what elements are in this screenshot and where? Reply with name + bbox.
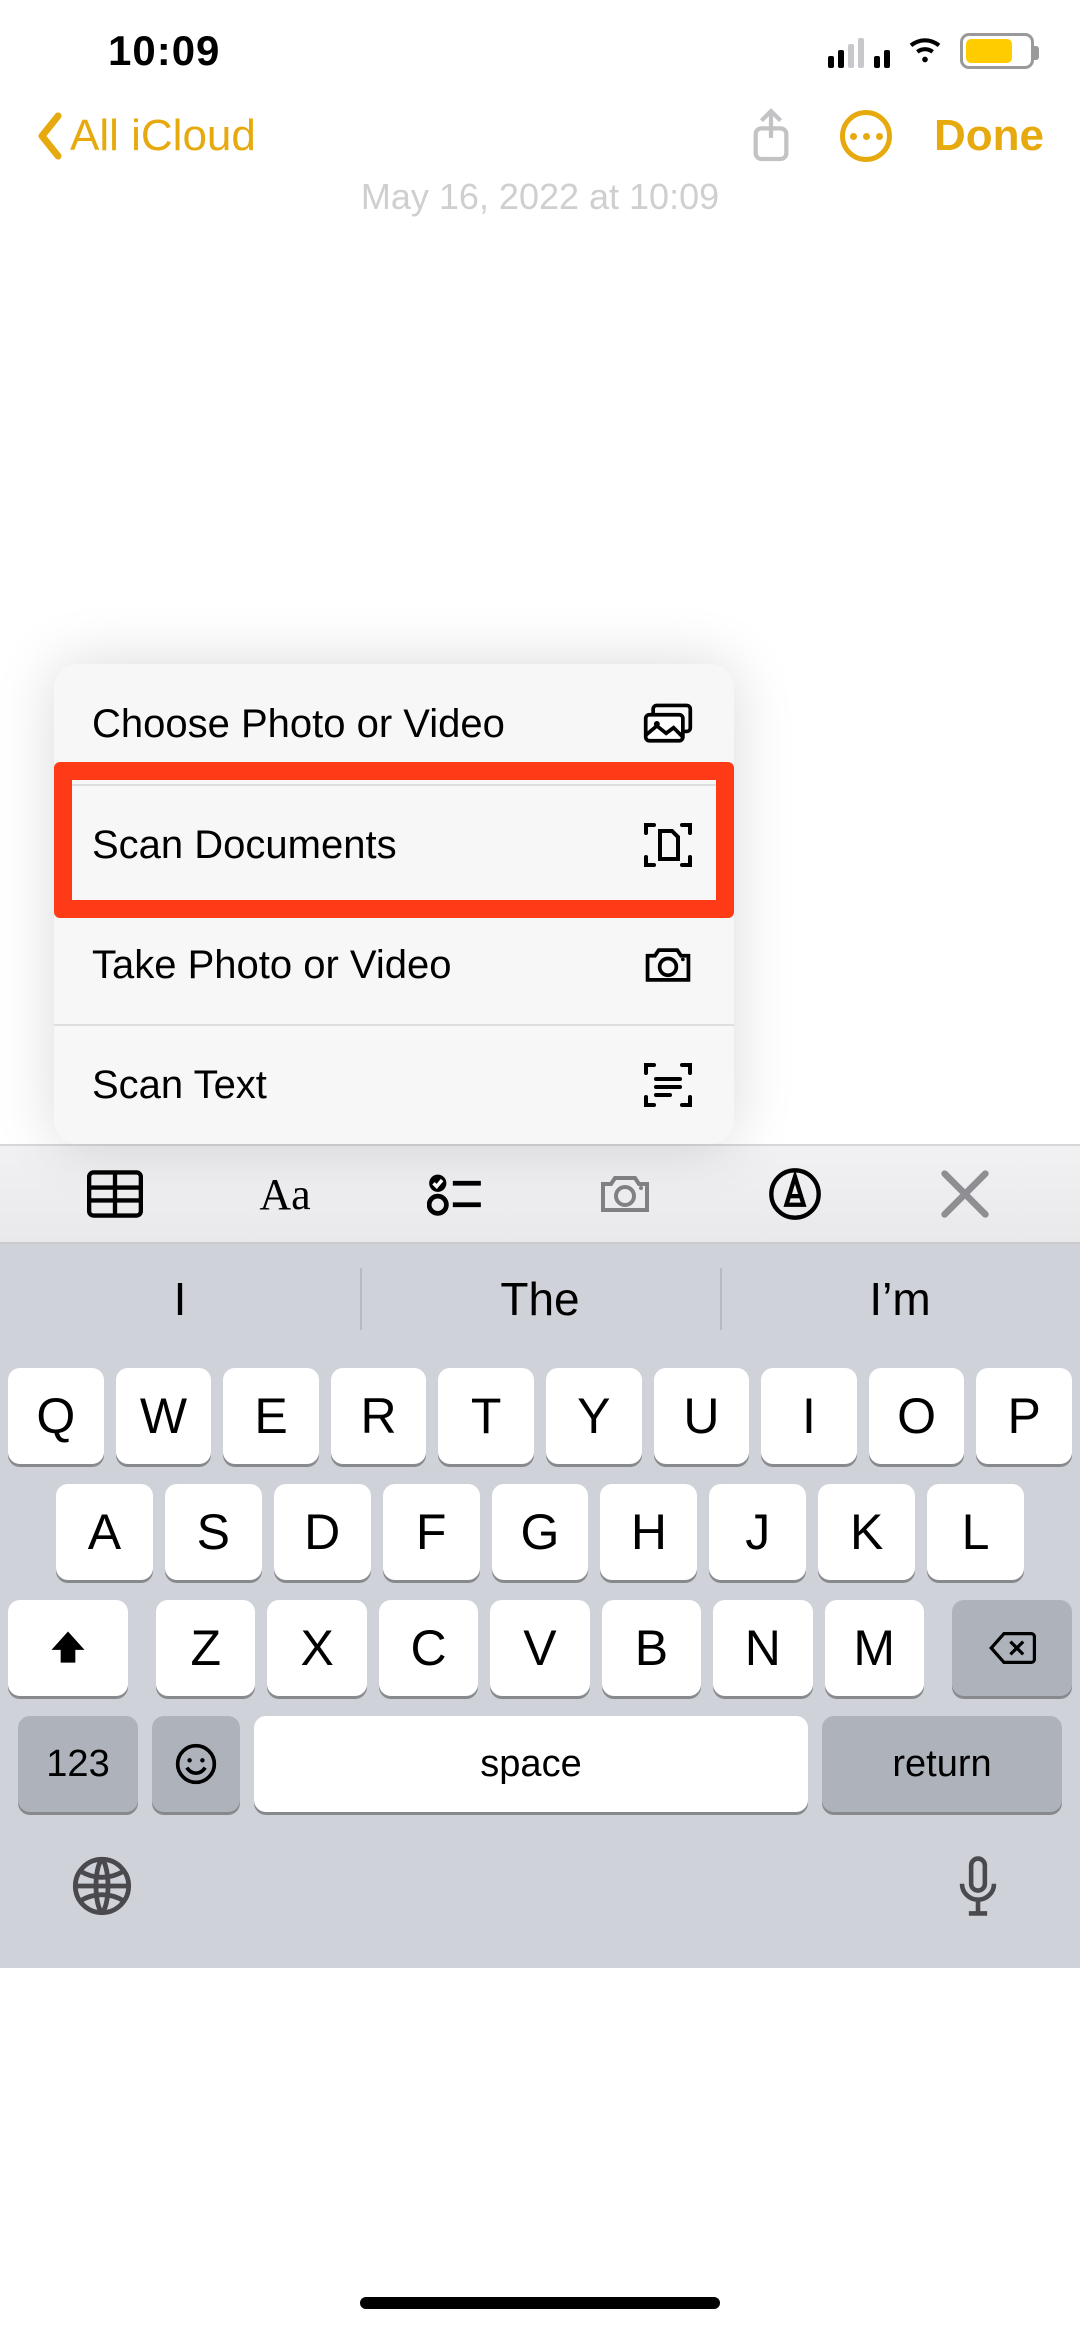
key-w[interactable]: W bbox=[116, 1368, 212, 1464]
aa-icon: Aa bbox=[259, 1169, 310, 1220]
key-o[interactable]: O bbox=[869, 1368, 965, 1464]
space-key[interactable]: space bbox=[254, 1716, 808, 1812]
markup-icon bbox=[767, 1166, 823, 1222]
navigation-bar: All iCloud Done May 16, 2022 at 10:09 bbox=[0, 88, 1080, 184]
photos-icon bbox=[640, 696, 696, 752]
format-toolbar: Aa bbox=[0, 1144, 1080, 1244]
keyboard-bottom-row bbox=[0, 1828, 1080, 1968]
table-icon bbox=[87, 1166, 143, 1222]
key-row-2: A S D F G H J K L bbox=[8, 1484, 1072, 1580]
share-icon bbox=[748, 107, 794, 165]
camera-icon bbox=[640, 937, 696, 993]
key-s[interactable]: S bbox=[165, 1484, 262, 1580]
more-icon bbox=[850, 133, 857, 140]
more-button[interactable] bbox=[840, 110, 892, 162]
key-g[interactable]: G bbox=[492, 1484, 589, 1580]
wifi-icon bbox=[904, 34, 946, 68]
checklist-icon bbox=[427, 1166, 483, 1222]
key-m[interactable]: M bbox=[825, 1600, 924, 1696]
suggestion-bar: I The I’m bbox=[0, 1244, 1080, 1354]
mic-icon bbox=[946, 1854, 1010, 1918]
menu-item-label: Scan Text bbox=[92, 1063, 267, 1108]
key-u[interactable]: U bbox=[654, 1368, 750, 1464]
key-l[interactable]: L bbox=[927, 1484, 1024, 1580]
globe-icon bbox=[70, 1854, 134, 1918]
close-toolbar-button[interactable] bbox=[905, 1154, 1025, 1234]
menu-item-label: Scan Documents bbox=[92, 823, 397, 868]
share-button[interactable] bbox=[744, 109, 798, 163]
key-e[interactable]: E bbox=[223, 1368, 319, 1464]
suggestion[interactable]: The bbox=[360, 1244, 720, 1354]
menu-item-choose-photo[interactable]: Choose Photo or Video bbox=[54, 664, 734, 784]
camera-attach-button[interactable] bbox=[565, 1154, 685, 1234]
key-r[interactable]: R bbox=[331, 1368, 427, 1464]
emoji-icon bbox=[174, 1742, 218, 1786]
return-key[interactable]: return bbox=[822, 1716, 1062, 1812]
key-row-4: 123 space return bbox=[8, 1716, 1072, 1812]
key-k[interactable]: K bbox=[818, 1484, 915, 1580]
suggestion[interactable]: I bbox=[0, 1244, 360, 1354]
camera-icon bbox=[597, 1166, 653, 1222]
chevron-left-icon bbox=[36, 112, 64, 160]
markup-button[interactable] bbox=[735, 1154, 855, 1234]
battery-icon bbox=[960, 33, 1034, 69]
backspace-key[interactable] bbox=[952, 1600, 1072, 1696]
key-v[interactable]: V bbox=[490, 1600, 589, 1696]
cellular-signal-icon bbox=[828, 34, 864, 68]
key-n[interactable]: N bbox=[713, 1600, 812, 1696]
cellular-signal-secondary-icon bbox=[874, 34, 890, 68]
key-j[interactable]: J bbox=[709, 1484, 806, 1580]
numbers-key[interactable]: 123 bbox=[18, 1716, 138, 1812]
menu-item-take-photo[interactable]: Take Photo or Video bbox=[54, 904, 734, 1024]
menu-item-label: Choose Photo or Video bbox=[92, 702, 505, 747]
home-indicator[interactable] bbox=[360, 2297, 720, 2309]
key-row-3: Z X C V B N M bbox=[8, 1600, 1072, 1696]
scan-text-icon bbox=[640, 1057, 696, 1113]
text-format-button[interactable]: Aa bbox=[225, 1154, 345, 1234]
shift-key[interactable] bbox=[8, 1600, 128, 1696]
menu-item-scan-documents[interactable]: Scan Documents bbox=[54, 784, 734, 904]
scan-doc-icon bbox=[640, 817, 696, 873]
key-i[interactable]: I bbox=[761, 1368, 857, 1464]
checklist-button[interactable] bbox=[395, 1154, 515, 1234]
key-row-1: Q W E R T Y U I O P bbox=[8, 1368, 1072, 1464]
dictation-key[interactable] bbox=[946, 1854, 1010, 1923]
status-time: 10:09 bbox=[36, 27, 220, 75]
status-bar: 10:09 bbox=[0, 0, 1080, 88]
globe-key[interactable] bbox=[70, 1854, 134, 1923]
menu-item-scan-text[interactable]: Scan Text bbox=[54, 1024, 734, 1144]
emoji-key[interactable] bbox=[152, 1716, 240, 1812]
key-a[interactable]: A bbox=[56, 1484, 153, 1580]
back-label: All iCloud bbox=[70, 111, 256, 161]
key-d[interactable]: D bbox=[274, 1484, 371, 1580]
back-button[interactable]: All iCloud bbox=[36, 111, 256, 161]
keyboard: I The I’m Q W E R T Y U I O P A S D F bbox=[0, 1244, 1080, 1968]
key-h[interactable]: H bbox=[600, 1484, 697, 1580]
backspace-icon bbox=[988, 1628, 1036, 1668]
key-c[interactable]: C bbox=[379, 1600, 478, 1696]
done-button[interactable]: Done bbox=[934, 111, 1044, 161]
key-t[interactable]: T bbox=[438, 1368, 534, 1464]
table-button[interactable] bbox=[55, 1154, 175, 1234]
key-b[interactable]: B bbox=[602, 1600, 701, 1696]
key-y[interactable]: Y bbox=[546, 1368, 642, 1464]
key-p[interactable]: P bbox=[976, 1368, 1072, 1464]
insert-menu: Choose Photo or Video Scan Documents bbox=[0, 660, 1080, 1144]
key-q[interactable]: Q bbox=[8, 1368, 104, 1464]
note-body[interactable]: Choose Photo or Video Scan Documents bbox=[0, 184, 1080, 1144]
key-x[interactable]: X bbox=[267, 1600, 366, 1696]
menu-item-label: Take Photo or Video bbox=[92, 943, 452, 988]
close-icon bbox=[937, 1166, 993, 1222]
key-z[interactable]: Z bbox=[156, 1600, 255, 1696]
key-f[interactable]: F bbox=[383, 1484, 480, 1580]
shift-icon bbox=[46, 1626, 90, 1670]
suggestion[interactable]: I’m bbox=[720, 1244, 1080, 1354]
status-indicators bbox=[828, 33, 1044, 69]
